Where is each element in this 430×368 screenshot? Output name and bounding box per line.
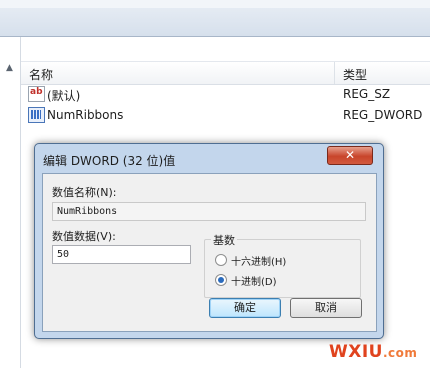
value-type: REG_SZ [343,87,391,101]
dialog-title: 编辑 DWORD (32 位)值 [43,154,176,168]
scroll-up-arrow-icon[interactable]: ▲ [3,62,16,74]
list-item[interactable]: NumRibbons REG_DWORD [21,105,430,125]
value-data-input[interactable]: 50 [52,245,191,264]
base-label: 基数 [211,232,237,248]
radio-button[interactable] [215,274,227,286]
value-type: REG_DWORD [343,108,423,122]
dialog-body: 数值名称(N): NumRibbons 数值数据(V): 50 基数 十六进制(… [42,173,377,332]
list-item[interactable]: ab (默认) REG_SZ [21,84,430,104]
dword-value-icon [28,107,45,123]
value-name-label: 数值名称(N): [52,186,117,199]
edit-dword-dialog: 编辑 DWORD (32 位)值 ✕ 数值名称(N): NumRibbons 数… [34,143,384,339]
tree-pane[interactable]: ▲ [0,37,21,368]
ok-button[interactable]: 确定 [209,298,281,318]
close-icon[interactable]: ✕ [327,146,373,165]
value-data-label: 数值数据(V): [52,230,116,243]
site-watermark-logo: WXIU.com [329,342,418,362]
list-header: 名称 类型 [21,61,430,85]
base-groupbox: 基数 十六进制(H) 十进制(D) [204,232,361,298]
titlebar-highlight [0,0,430,8]
string-value-icon: ab [28,86,45,102]
window-titlebar [0,0,430,37]
cancel-button[interactable]: 取消 [290,298,362,318]
column-header-name[interactable]: 名称 [29,66,53,83]
radio-label: 十进制(D) [231,277,277,288]
value-name-field: NumRibbons [52,202,366,221]
column-divider[interactable] [334,62,335,84]
radio-label: 十六进制(H) [231,257,287,268]
value-name: (默认) [47,89,81,103]
column-header-type[interactable]: 类型 [343,66,367,83]
radio-button[interactable] [215,254,227,266]
value-name: NumRibbons [47,108,124,122]
